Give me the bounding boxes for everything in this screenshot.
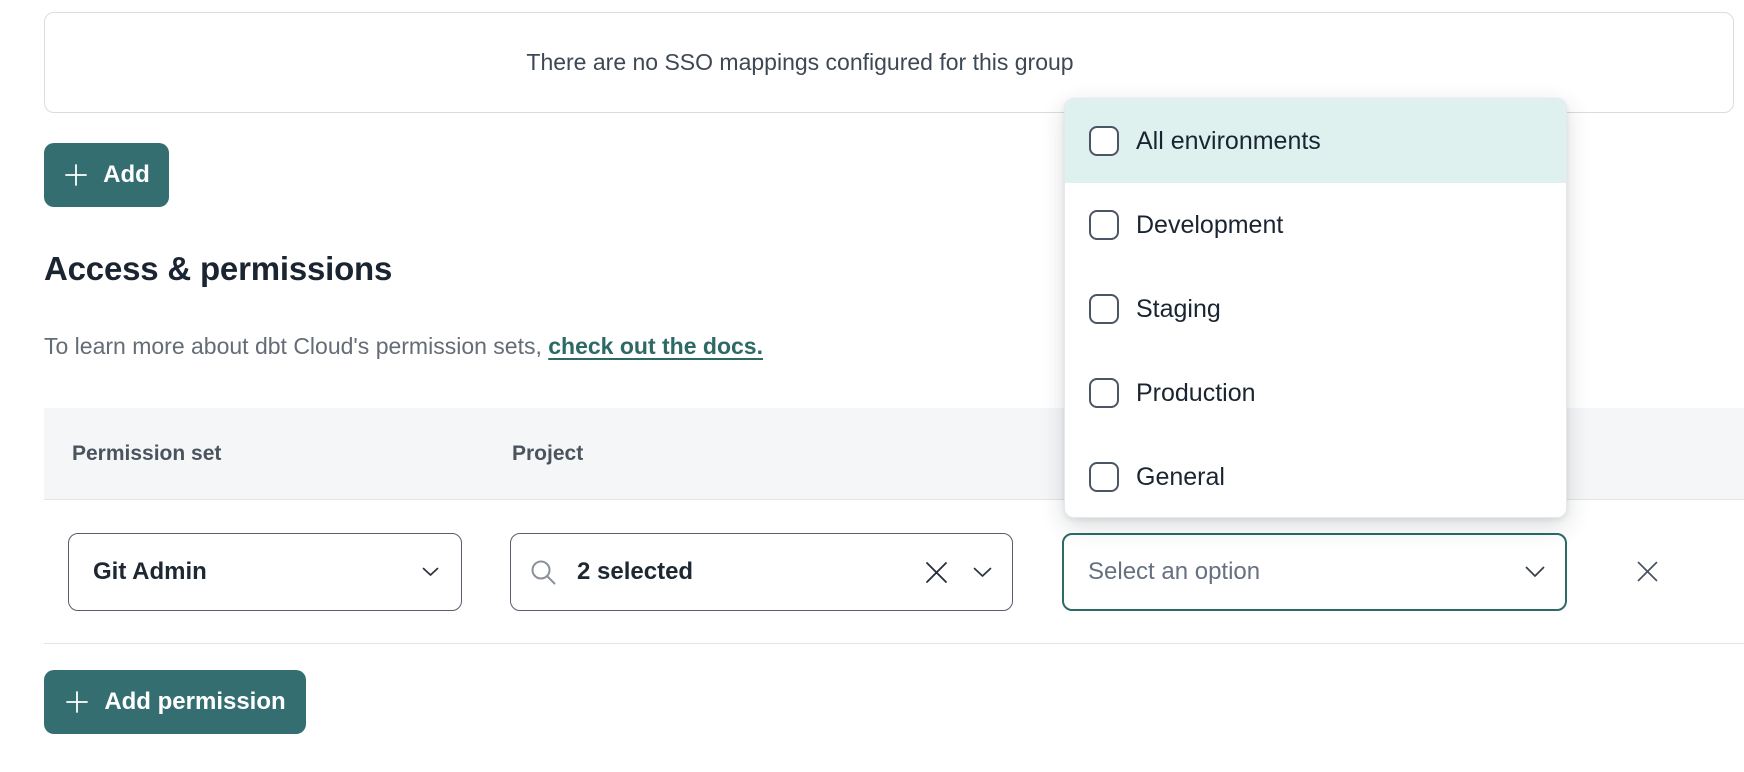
group-settings-page: There are no SSO mappings configured for… [0, 0, 1744, 772]
chevron-down-icon [422, 567, 439, 577]
dropdown-option-development[interactable]: Development [1065, 183, 1566, 267]
chevron-down-icon [1525, 566, 1545, 578]
option-label: Staging [1136, 295, 1221, 324]
description-text: To learn more about dbt Cloud's permissi… [44, 333, 548, 359]
docs-link[interactable]: check out the docs. [548, 333, 763, 359]
checkbox-unchecked-icon[interactable] [1089, 126, 1119, 156]
option-label: Production [1136, 379, 1256, 408]
project-selected-count: 2 selected [577, 558, 693, 586]
checkbox-unchecked-icon[interactable] [1089, 462, 1119, 492]
checkbox-unchecked-icon[interactable] [1089, 378, 1119, 408]
environment-select[interactable]: Select an option [1062, 533, 1567, 611]
add-permission-button[interactable]: Add permission [44, 670, 306, 734]
plus-icon [63, 162, 89, 188]
row-divider [44, 643, 1744, 644]
column-header-project: Project [512, 442, 583, 466]
permission-set-value: Git Admin [93, 558, 207, 586]
option-label: General [1136, 463, 1225, 492]
project-multiselect[interactable]: 2 selected [510, 533, 1013, 611]
environment-placeholder: Select an option [1088, 558, 1260, 586]
checkbox-unchecked-icon[interactable] [1089, 210, 1119, 240]
search-icon [529, 558, 558, 587]
column-header-permission-set: Permission set [72, 442, 221, 466]
dropdown-option-production[interactable]: Production [1065, 351, 1566, 435]
section-description: To learn more about dbt Cloud's permissi… [44, 333, 763, 360]
remove-icon [1636, 560, 1659, 583]
remove-permission-row-button[interactable] [1626, 550, 1668, 592]
add-sso-mapping-button[interactable]: Add [44, 143, 169, 207]
clear-selection-icon[interactable] [924, 560, 949, 585]
environment-dropdown-menu: All environments Development Staging Pro… [1064, 98, 1567, 518]
page-title: Access & permissions [44, 250, 392, 288]
chevron-down-icon [973, 567, 992, 578]
option-label: All environments [1136, 127, 1321, 156]
add-permission-button-label: Add permission [104, 688, 285, 716]
dropdown-option-all-environments[interactable]: All environments [1065, 99, 1566, 183]
checkbox-unchecked-icon[interactable] [1089, 294, 1119, 324]
option-label: Development [1136, 211, 1283, 240]
permission-set-select[interactable]: Git Admin [68, 533, 462, 611]
dropdown-option-staging[interactable]: Staging [1065, 267, 1566, 351]
add-button-label: Add [103, 161, 150, 189]
plus-icon [64, 689, 90, 715]
dropdown-option-general[interactable]: General [1065, 435, 1566, 518]
sso-empty-message: There are no SSO mappings configured for… [526, 49, 1073, 76]
